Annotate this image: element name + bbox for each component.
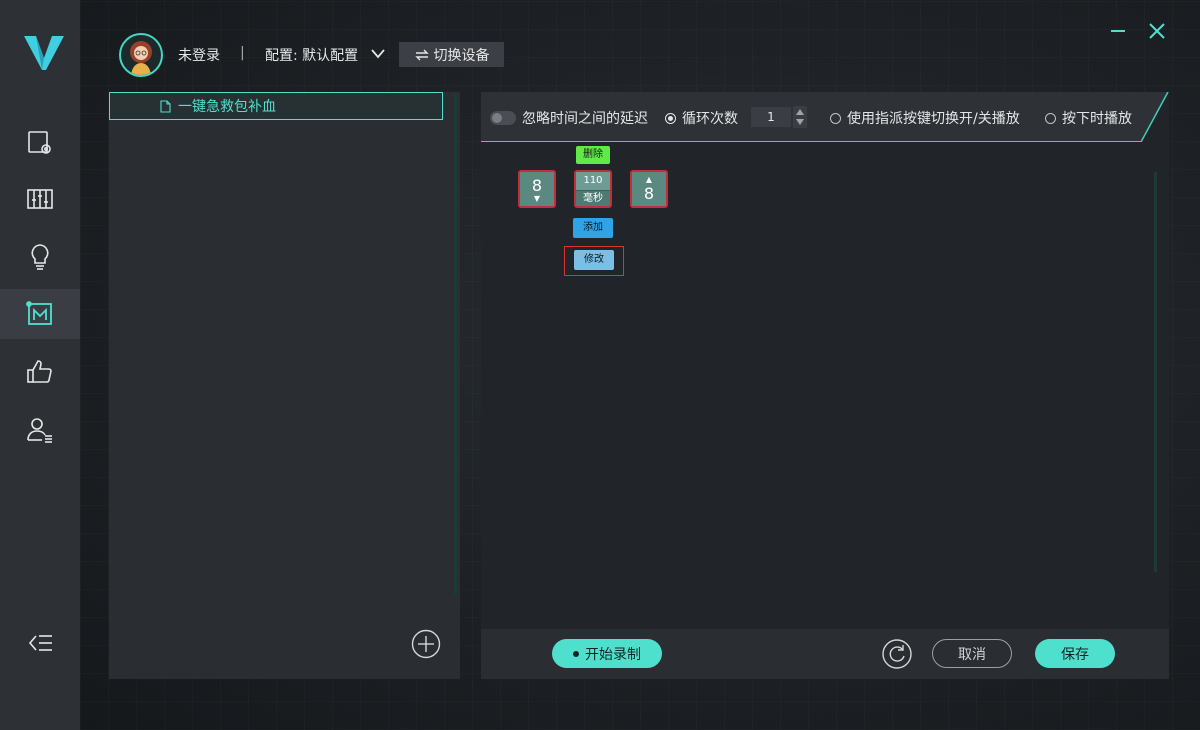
device-settings-icon [28, 131, 51, 154]
options-bar-underline [481, 141, 1141, 142]
toggle-switch[interactable] [490, 111, 516, 125]
nav-recommend[interactable] [0, 347, 80, 397]
options-bar-edge [1140, 92, 1169, 142]
loop-count-input[interactable]: 1 [751, 107, 791, 127]
file-icon [160, 100, 171, 113]
save-button[interactable]: 保存 [1035, 639, 1115, 668]
radio-selected-icon[interactable] [665, 112, 676, 124]
collapse-sidebar-icon[interactable] [28, 630, 54, 656]
switch-device-button[interactable]: 切换设备 [399, 42, 504, 67]
sidebar [0, 0, 80, 730]
delay-value: 110 [576, 172, 610, 191]
avatar[interactable] [119, 33, 163, 77]
avatar-image [130, 41, 152, 75]
delete-button[interactable]: 删除 [576, 146, 610, 164]
refresh-icon[interactable] [882, 639, 912, 669]
bottom-bar: 开始录制 取消 保存 [481, 629, 1169, 679]
close-icon[interactable] [1146, 20, 1168, 42]
delay-step[interactable]: 110 毫秒 [574, 170, 612, 208]
config-selector[interactable]: 配置: 默认配置 [265, 45, 358, 65]
radio-unselected-icon[interactable] [830, 112, 841, 124]
add-step-button[interactable]: 添加 [573, 218, 613, 238]
nav-account[interactable] [0, 405, 80, 455]
editor-scrollbar[interactable] [1154, 172, 1157, 572]
equalizer-icon [27, 189, 53, 209]
chevron-down-icon[interactable] [370, 47, 386, 61]
thumbs-up-icon [27, 360, 52, 383]
start-record-label: 开始录制 [585, 646, 641, 663]
add-macro-icon[interactable] [411, 629, 441, 659]
hold-mode-radio[interactable]: 按下时播放 [1045, 108, 1132, 128]
macro-editor-panel: 忽略时间之间的延迟 循环次数 1 使用指派按键切换开/关播放 按下时播放 删除 … [481, 92, 1169, 679]
key-up-label: 8 [643, 183, 655, 203]
arrow-down-icon: ▼ [533, 193, 541, 203]
app-logo-icon [24, 36, 64, 70]
macro-list-item-label: 一键急救包补血 [178, 99, 276, 115]
loop-mode-label: 循环次数 [682, 111, 738, 127]
key-down-step[interactable]: 8 ▼ [518, 170, 556, 208]
list-scrollbar[interactable] [454, 94, 457, 594]
macro-list-panel: 一键急救包补血 [109, 92, 460, 679]
ignore-delay-label: 忽略时间之间的延迟 [522, 111, 648, 127]
header-separator: | [240, 45, 245, 61]
nav-equalizer[interactable] [0, 174, 80, 224]
key-up-step[interactable]: ▲ 8 [630, 170, 668, 208]
switch-device-label: 切换设备 [433, 47, 490, 64]
loop-mode-radio[interactable]: 循环次数 [665, 108, 738, 128]
swap-icon [414, 49, 429, 60]
lightbulb-icon [31, 244, 49, 270]
arrow-up-icon: ▲ [645, 174, 653, 184]
delay-unit: 毫秒 [583, 193, 603, 204]
nav-lighting[interactable] [0, 231, 80, 281]
modify-button[interactable]: 修改 [574, 250, 614, 270]
key-down-label: 8 [531, 175, 543, 195]
toggle-mode-label: 使用指派按键切换开/关播放 [847, 111, 1020, 127]
user-list-icon [27, 418, 52, 443]
macro-list-item[interactable]: 一键急救包补血 [109, 92, 443, 120]
nav-macro[interactable] [0, 289, 80, 339]
nav-device-settings[interactable] [0, 118, 80, 168]
minimize-icon[interactable] [1107, 20, 1129, 42]
start-record-button[interactable]: 开始录制 [552, 639, 662, 668]
toggle-mode-radio[interactable]: 使用指派按键切换开/关播放 [830, 108, 1020, 128]
radio-unselected-icon[interactable] [1045, 112, 1056, 124]
loop-count-stepper-icon[interactable] [793, 106, 807, 128]
macro-icon [26, 301, 52, 325]
record-dot-icon [573, 650, 579, 657]
hold-mode-label: 按下时播放 [1062, 111, 1132, 127]
ignore-delay-toggle[interactable]: 忽略时间之间的延迟 [490, 108, 648, 128]
login-status[interactable]: 未登录 [178, 45, 220, 65]
cancel-button[interactable]: 取消 [932, 639, 1012, 668]
